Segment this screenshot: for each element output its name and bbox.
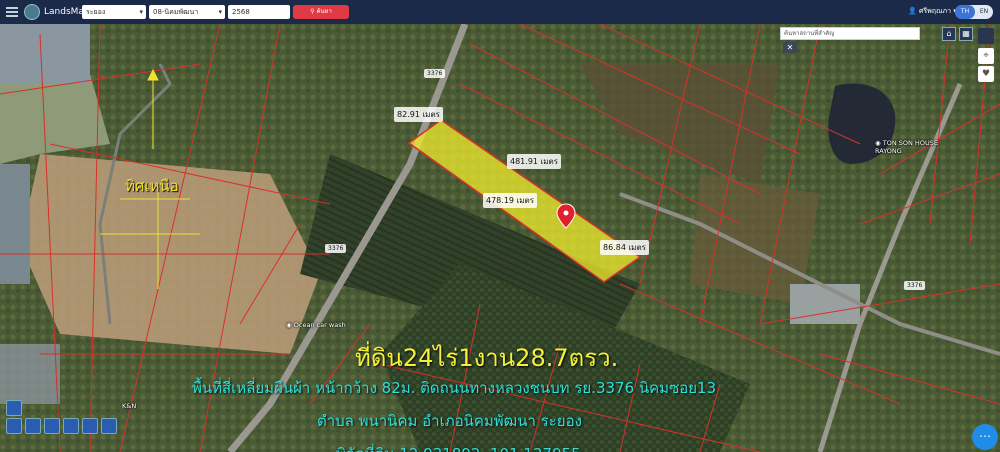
crosshair-icon[interactable] bbox=[6, 418, 22, 434]
location-pin-icon: ◉ bbox=[875, 139, 881, 147]
district-select[interactable]: 08-นิคมพัฒนา ▾ bbox=[149, 5, 225, 19]
circle-icon[interactable] bbox=[101, 418, 117, 434]
poi-kn[interactable]: K&N bbox=[122, 402, 136, 410]
building bbox=[0, 164, 30, 284]
year-input[interactable]: 2568 bbox=[228, 5, 290, 19]
land-description: พื้นที่สี่เหลี่ยมผืนผ้า หน้ากว้าง 82ม. ต… bbox=[192, 379, 717, 397]
land-coordinates: พิกัดที่ดิน 12.931892, 101.127055 bbox=[336, 442, 581, 452]
location-pin-icon: ◉ bbox=[286, 321, 292, 329]
measure-top-edge: 82.91 เมตร bbox=[394, 107, 443, 122]
measure-long-edge-1: 481.91 เมตร bbox=[507, 154, 562, 169]
user-icon: 👤 bbox=[908, 7, 917, 15]
poi-ton-son[interactable]: ◉ TON SON HOUSE RAYONG bbox=[875, 139, 945, 155]
rooftops bbox=[790, 284, 860, 324]
user-name: ศรีพฤณภา bbox=[918, 7, 952, 15]
measure-bottom-edge: 86.84 เมตร bbox=[600, 240, 649, 255]
search-button[interactable]: ⚲ ค้นหา bbox=[293, 5, 349, 19]
poi-label: Ocean car wash bbox=[293, 321, 346, 329]
industrial-area bbox=[0, 24, 90, 84]
grid-icon[interactable]: ▦ bbox=[959, 27, 973, 41]
land-size-headline: ที่ดิน24ไร่1งาน28.7ตรว. bbox=[355, 344, 619, 372]
location-icon[interactable]: ⌖ bbox=[978, 48, 994, 64]
district-select-value: 08-นิคมพัฒนา bbox=[153, 8, 199, 16]
search-icon: ⚲ bbox=[310, 8, 315, 15]
rectangle-icon[interactable] bbox=[82, 418, 98, 434]
favorite-icon[interactable]: ♥ bbox=[978, 66, 994, 82]
top-bar: LandsMaps ระยอง ▾ 08-นิคมพัฒนา ▾ 2568 ⚲ … bbox=[0, 0, 1000, 24]
province-select-value: ระยอง bbox=[86, 8, 106, 16]
north-label: ทิศเหนือ bbox=[125, 177, 179, 195]
place-search-input[interactable]: ค้นหาสถานที่สำคัญ bbox=[780, 27, 920, 40]
pin-icon[interactable] bbox=[978, 28, 994, 44]
land-location: ตำบล พนานิคม อำเภอนิคมพัฒนา ระยอง bbox=[317, 412, 582, 430]
year-input-value: 2568 bbox=[232, 8, 250, 16]
map-toolbar bbox=[6, 418, 117, 434]
road-label: 3376 bbox=[325, 244, 347, 253]
poi-car-wash[interactable]: ◉ Ocean car wash bbox=[286, 321, 346, 329]
poi-label: TON SON HOUSE RAYONG bbox=[875, 139, 938, 155]
hamburger-menu-icon[interactable] bbox=[6, 5, 18, 19]
measure-long-edge-2: 478.19 เมตร bbox=[483, 193, 538, 208]
globe-logo-icon bbox=[24, 4, 40, 20]
chat-bubble-icon[interactable]: ⋯ bbox=[972, 424, 998, 450]
satellite-map[interactable]: 82.91 เมตร 481.91 เมตร 478.19 เมตร 86.84… bbox=[0, 22, 1000, 452]
ruler-icon[interactable] bbox=[44, 418, 60, 434]
marker-icon[interactable] bbox=[25, 418, 41, 434]
language-toggle[interactable]: TH EN bbox=[955, 5, 993, 19]
home-icon[interactable]: ⌂ bbox=[942, 27, 956, 41]
layers-icon[interactable] bbox=[6, 400, 22, 416]
chevron-down-icon: ▾ bbox=[139, 8, 143, 16]
search-button-label: ค้นหา bbox=[316, 8, 332, 15]
road-label: 3376 bbox=[904, 281, 926, 290]
province-select[interactable]: ระยอง ▾ bbox=[82, 5, 146, 19]
chevron-down-icon: ▾ bbox=[218, 8, 222, 16]
rooftops-sw bbox=[0, 344, 60, 404]
polygon-icon[interactable] bbox=[63, 418, 79, 434]
lang-th[interactable]: TH bbox=[955, 5, 975, 19]
user-menu[interactable]: 👤 ศรีพฤณภา ▾ bbox=[908, 6, 957, 17]
lang-en[interactable]: EN bbox=[977, 5, 991, 19]
close-search-button[interactable]: ✕ bbox=[783, 42, 797, 53]
road-label: 3376 bbox=[424, 69, 446, 78]
